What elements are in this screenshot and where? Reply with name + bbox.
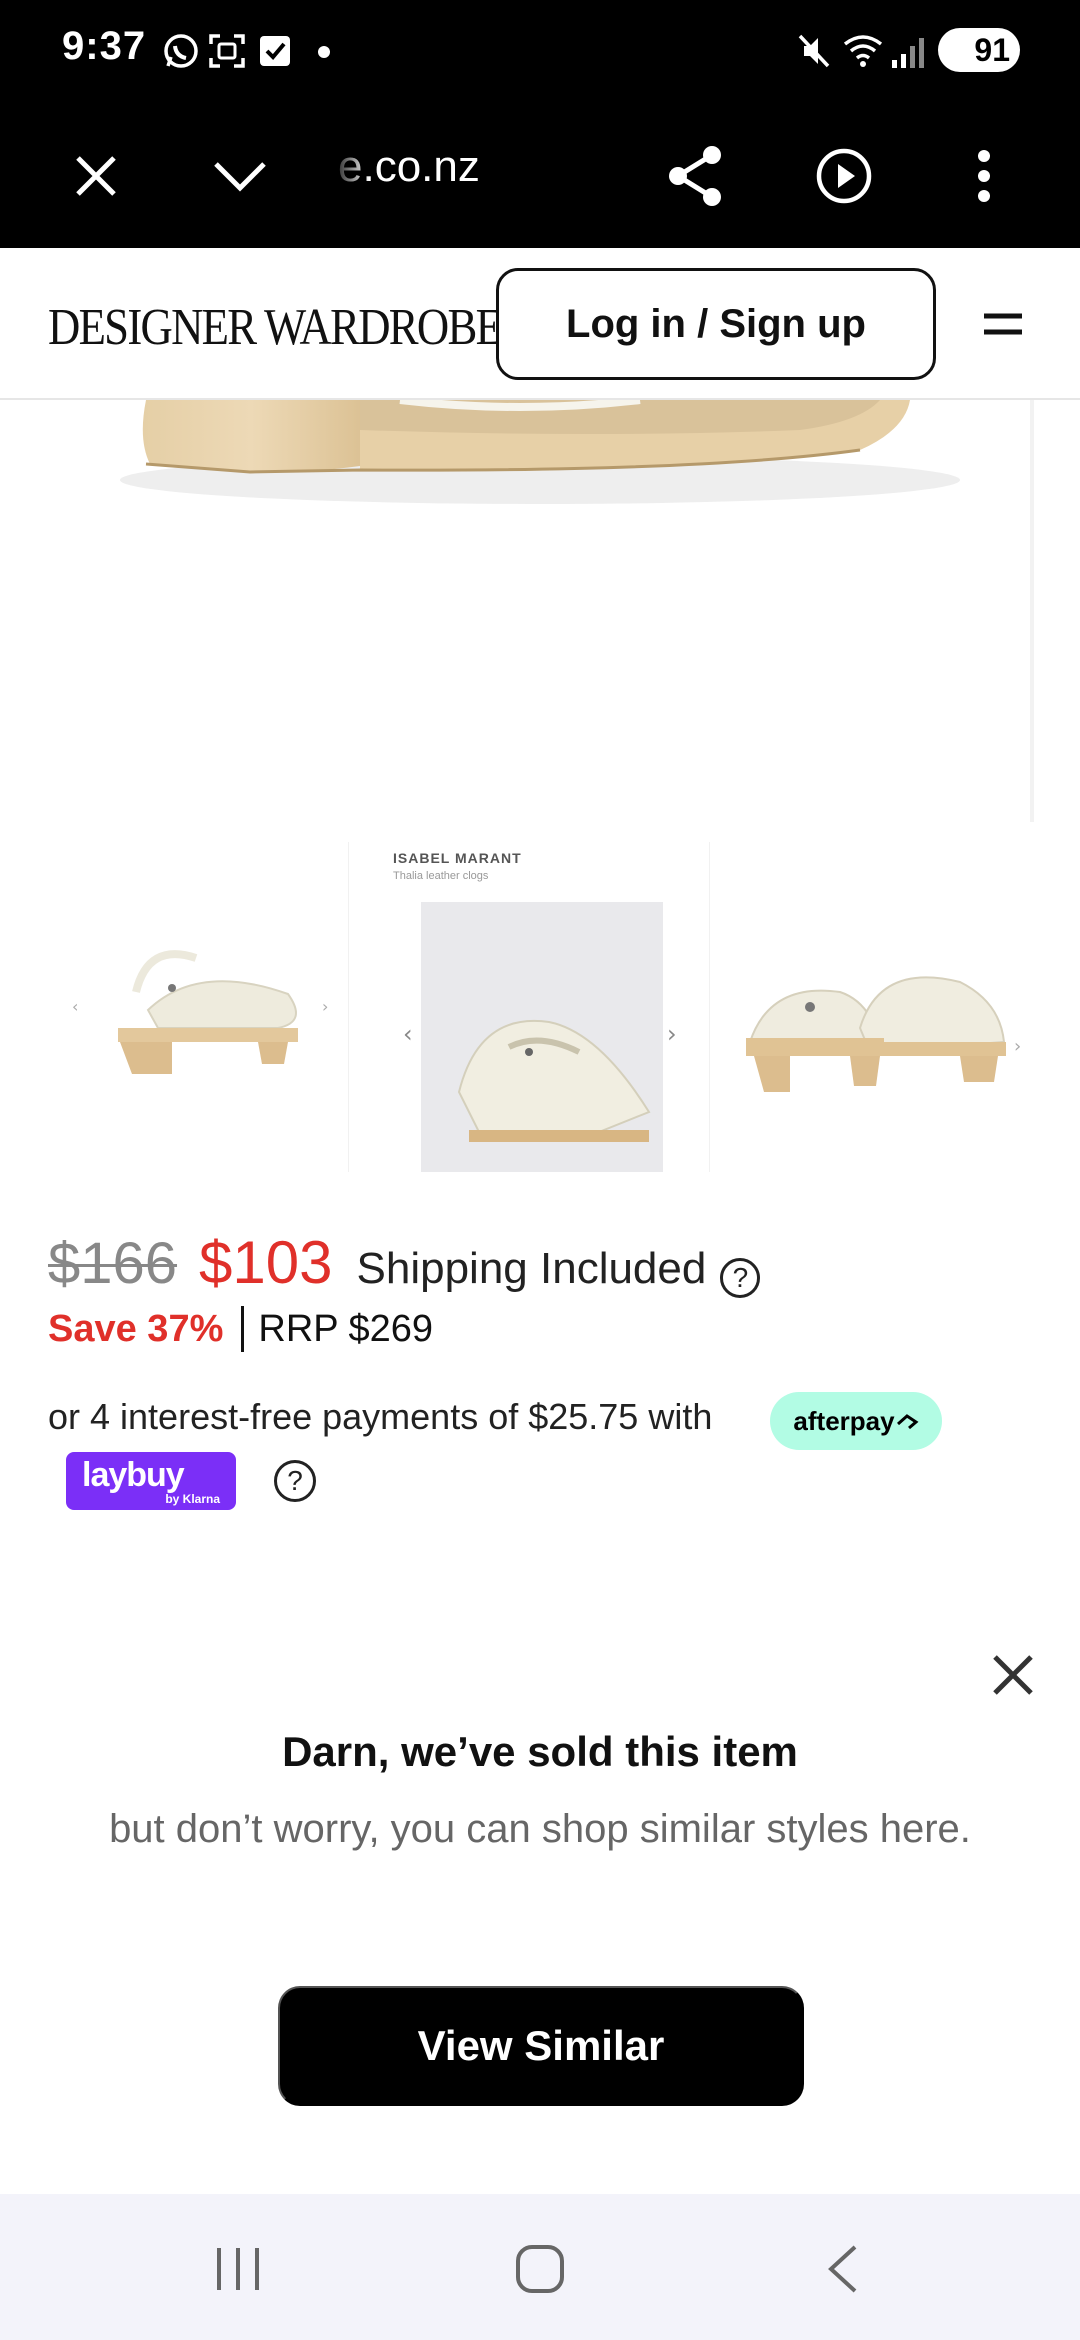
browser-toolbar: e.co.nz [0,104,1080,248]
url-fade [330,134,370,204]
battery-icon: 91 [938,28,1020,72]
product-thumbnail-1[interactable]: ‹ › [48,842,348,1172]
svg-text:‹: ‹ [72,997,78,1016]
afterpay-badge[interactable]: afterpay [770,1392,942,1450]
check-icon [258,32,292,75]
mute-icon [796,32,832,75]
close-icon [993,1655,1033,1695]
battery-level: 91 [974,32,1010,68]
more-options-button[interactable] [940,132,1028,220]
svg-text:›: › [1014,1036,1021,1057]
hero-edge [1030,400,1034,822]
more-vertical-icon [978,150,990,202]
laybuy-badge[interactable]: laybuy by Klarna [66,1452,236,1510]
savings-divider [241,1306,245,1352]
afterpay-arrows-icon [896,1414,919,1430]
menu-button[interactable] [980,304,1026,344]
current-price: $103 [199,1229,333,1296]
wifi-icon [842,32,884,75]
back-button[interactable] [802,2234,882,2304]
laybuy-label: laybuy [82,1456,185,1494]
recent-apps-button[interactable] [198,2234,278,2304]
share-icon [669,146,721,206]
site-header: DESIGNER WARDROBE Log in / Sign up [0,248,1080,400]
share-button[interactable] [652,132,740,220]
notification-dot [318,46,330,58]
collapse-button[interactable] [196,132,284,220]
sold-title: Darn, we’ve sold this item [282,1728,798,1775]
sold-panel-close-button[interactable] [990,1652,1036,1698]
back-icon [828,2245,857,2293]
site-logo[interactable]: DESIGNER WARDROBE [48,298,503,357]
menu-icon [984,313,1022,335]
svg-text:‹: ‹ [403,1020,413,1048]
savings-row: Save 37% RRP $269 [48,1306,433,1352]
afterpay-label: afterpay [793,1405,895,1436]
status-bar: 9:37 91 [0,0,1080,104]
home-icon [516,2245,564,2293]
shipping-label: Shipping Included [356,1244,707,1293]
svg-text:›: › [322,997,328,1016]
sold-item-panel: Darn, we’ve sold this item but don’t wor… [0,1620,1080,2194]
payment-help-icon[interactable]: ? [274,1460,316,1502]
view-similar-button[interactable]: View Similar [278,1986,804,2106]
laybuy-sub-label: by Klarna [165,1492,220,1506]
play-icon [816,148,872,204]
recent-apps-icon [217,2248,259,2290]
price-row: $166 $103 Shipping Included ? [48,1228,761,1308]
product-thumbnail-2[interactable]: ISABEL MARANT Thalia leather clogs ‹ › [348,842,710,1172]
product-main-image[interactable] [0,400,1034,822]
signal-icon [890,32,926,75]
close-icon [76,156,116,196]
screenshot-icon [208,32,246,75]
close-tab-button[interactable] [52,132,140,220]
chevron-down-icon [214,162,266,192]
home-button[interactable] [500,2234,580,2304]
play-button[interactable] [800,132,888,220]
savings-badge: Save 37% [48,1307,224,1350]
svg-text:›: › [667,1020,677,1048]
whatsapp-icon [162,32,200,75]
rrp-label: RRP $269 [258,1307,434,1350]
original-price: $166 [48,1231,178,1296]
system-nav-bar [0,2194,1080,2340]
shipping-help-icon[interactable]: ? [720,1258,761,1298]
product-thumbnail-3[interactable]: › [710,842,1034,1172]
status-time: 9:37 [62,24,147,68]
installments-text: or 4 interest-free payments of $25.75 wi… [48,1396,713,1437]
login-signup-button[interactable]: Log in / Sign up [496,268,936,380]
sold-subtitle: but don’t worry, you can shop similar st… [109,1807,971,1851]
